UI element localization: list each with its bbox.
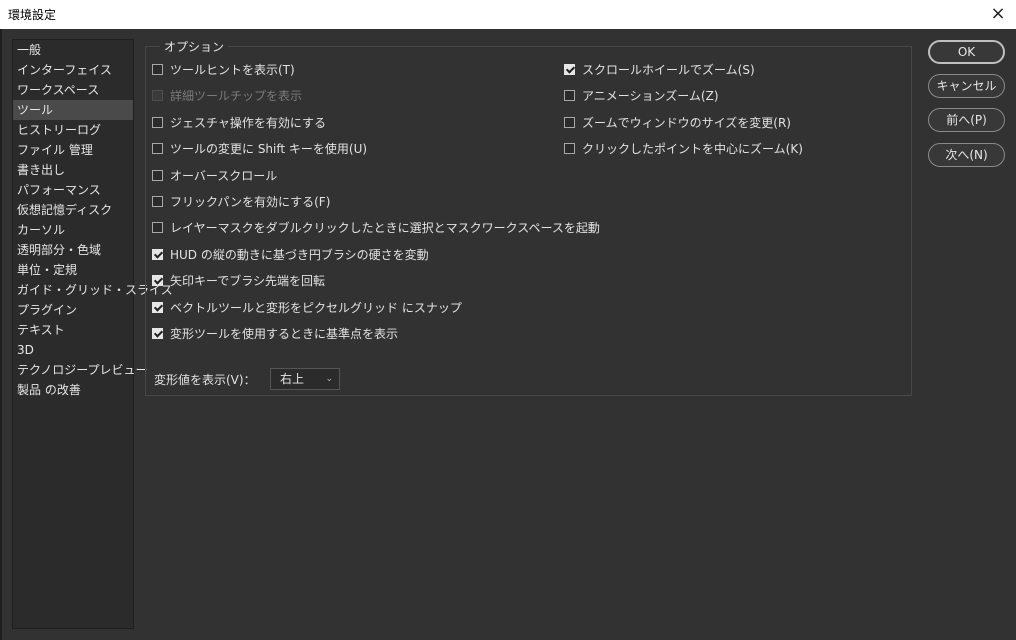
option-label: ズームでウィンドウのサイズを変更(R) <box>582 115 791 130</box>
options-group-title: オプション <box>160 38 229 55</box>
option-label: フリックパンを有効にする(F) <box>170 195 331 209</box>
option-checkbox-row[interactable]: オーバースクロール <box>152 167 277 185</box>
option-label: ベクトルツールと変形をピクセルグリッド にスナップ <box>170 300 462 315</box>
title-bar: 環境設定 × <box>0 0 1016 29</box>
transform-values-value: 右上 <box>280 372 305 386</box>
sidebar-item[interactable]: ツール <box>13 100 133 120</box>
option-label: ジェスチャ操作を有効にする <box>170 115 327 130</box>
checkbox-icon[interactable] <box>152 143 163 155</box>
checkbox-checked-icon[interactable] <box>152 301 163 313</box>
ok-button[interactable]: OK <box>928 40 1005 64</box>
option-checkbox-row[interactable]: スクロールホイールでズーム(S) <box>564 61 755 79</box>
option-label: ツールヒントを表示(T) <box>170 63 295 77</box>
window-title: 環境設定 <box>8 8 57 22</box>
option-label: 変形ツールを使用するときに基準点を表示 <box>170 327 399 341</box>
option-checkbox-row[interactable]: アニメーションズーム(Z) <box>564 87 719 105</box>
checkbox-icon[interactable] <box>564 143 575 155</box>
option-label: スクロールホイールでズーム(S) <box>582 63 755 77</box>
option-checkbox-row[interactable]: ジェスチャ操作を有効にする <box>152 114 326 132</box>
option-checkbox-row: 詳細ツールチップを表示 <box>152 87 302 105</box>
option-checkbox-row[interactable]: ベクトルツールと変形をピクセルグリッド にスナップ <box>152 299 462 317</box>
sidebar-item[interactable]: プラグイン <box>13 300 133 320</box>
window-edge <box>0 29 2 640</box>
option-label: ツールの変更に Shift キーを使用(U) <box>170 142 368 157</box>
checkbox-checked-icon[interactable] <box>152 248 163 260</box>
sidebar-item[interactable]: 3D <box>13 340 133 360</box>
prev-button[interactable]: 前へ(P) <box>928 108 1005 132</box>
option-checkbox-row[interactable]: ツールの変更に Shift キーを使用(U) <box>152 140 367 158</box>
sidebar-item[interactable]: ファイル 管理 <box>13 140 133 160</box>
option-checkbox-row[interactable]: クリックしたポイントを中心にズーム(K) <box>564 140 803 158</box>
sidebar-item[interactable]: 製品 の改善 <box>13 380 133 400</box>
transform-values-select[interactable]: 右上 ⌄ <box>270 368 340 390</box>
sidebar-item[interactable]: インターフェイス <box>13 60 133 80</box>
checkbox-icon[interactable] <box>152 169 163 181</box>
option-checkbox-row[interactable]: 矢印キーでブラシ先端を回転 <box>152 272 325 290</box>
option-label: 矢印キーでブラシ先端を回転 <box>170 274 326 289</box>
checkbox-icon[interactable] <box>152 222 163 234</box>
sidebar-item[interactable]: 一般 <box>13 40 133 60</box>
next-button[interactable]: 次へ(N) <box>928 143 1005 167</box>
option-label: HUD の縦の動きに基づき円ブラシの硬さを変動 <box>170 247 429 262</box>
sidebar-item[interactable]: 透明部分・色域 <box>13 240 133 260</box>
option-label: 詳細ツールチップを表示 <box>170 89 303 104</box>
sidebar-item[interactable]: テクノロジープレビュー <box>13 360 148 380</box>
checkbox-icon[interactable] <box>152 196 163 207</box>
checkbox-checked-icon[interactable] <box>152 275 163 287</box>
option-checkbox-row[interactable]: HUD の縦の動きに基づき円ブラシの硬さを変動 <box>152 246 429 264</box>
sidebar-item[interactable]: パフォーマンス <box>13 180 133 200</box>
checkbox-checked-icon[interactable] <box>564 64 575 75</box>
chevron-down-icon: ⌄ <box>325 374 333 384</box>
option-label: レイヤーマスクをダブルクリックしたときに選択とマスクワークスペースを起動 <box>170 221 600 236</box>
option-checkbox-row[interactable]: レイヤーマスクをダブルクリックしたときに選択とマスクワークスペースを起動 <box>152 219 600 237</box>
option-label: オーバースクロール <box>170 168 278 183</box>
checkbox-icon <box>152 90 163 102</box>
option-checkbox-row[interactable]: ズームでウィンドウのサイズを変更(R) <box>564 114 791 132</box>
sidebar-item[interactable]: 書き出し <box>13 160 133 180</box>
checkbox-icon[interactable] <box>564 90 575 102</box>
checkbox-icon[interactable] <box>564 116 575 128</box>
option-label: アニメーションズーム(Z) <box>582 89 719 104</box>
sidebar-item[interactable]: 仮想記憶ディスク <box>13 200 133 220</box>
option-label: クリックしたポイントを中心にズーム(K) <box>582 142 803 157</box>
transform-values-label: 変形値を表示(V)： <box>154 373 256 387</box>
sidebar-item[interactable]: カーソル <box>13 220 133 240</box>
sidebar-item[interactable]: ヒストリーログ <box>13 120 133 140</box>
checkbox-icon[interactable] <box>152 64 163 75</box>
option-checkbox-row[interactable]: 変形ツールを使用するときに基準点を表示 <box>152 325 398 343</box>
checkbox-checked-icon[interactable] <box>152 328 163 339</box>
sidebar-item[interactable]: ガイド・グリッド・スライス <box>13 280 173 300</box>
option-checkbox-row[interactable]: ツールヒントを表示(T) <box>152 61 295 79</box>
close-icon[interactable]: × <box>986 3 1010 25</box>
sidebar-item[interactable]: ワークスペース <box>13 80 133 100</box>
option-checkbox-row[interactable]: フリックパンを有効にする(F) <box>152 193 330 211</box>
category-sidebar: 一般 インターフェイス ワークスペース ツール ヒストリーログ ファイル 管理 書き出し パフ… <box>12 39 173 629</box>
sidebar-item[interactable]: テキスト <box>13 320 133 340</box>
sidebar-item[interactable]: 単位・定規 <box>13 260 133 280</box>
cancel-button[interactable]: キャンセル <box>928 74 1005 98</box>
checkbox-icon[interactable] <box>152 116 163 128</box>
